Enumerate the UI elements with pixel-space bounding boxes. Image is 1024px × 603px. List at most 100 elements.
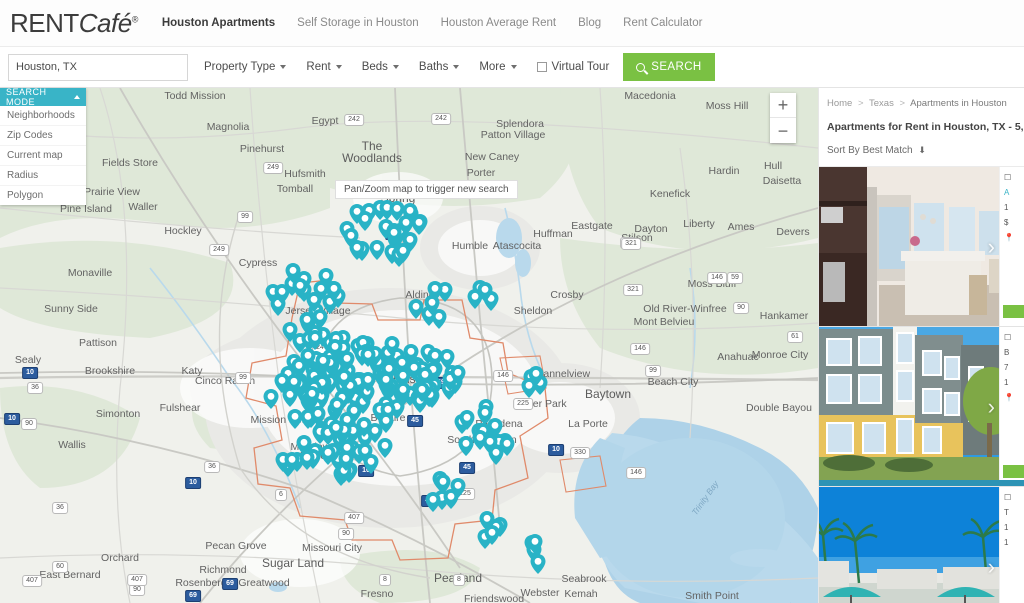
map-property-marker[interactable]	[360, 372, 376, 393]
map-property-marker[interactable]	[343, 228, 359, 249]
map-route-shield: 321	[623, 284, 643, 296]
breadcrumb-item-texas[interactable]: Texas	[869, 98, 894, 109]
map-property-marker[interactable]	[528, 366, 544, 387]
map-route-shield: 90	[733, 302, 749, 314]
breadcrumb-item-home[interactable]: Home	[827, 98, 852, 109]
map-property-marker[interactable]	[299, 449, 315, 470]
map-property-marker[interactable]	[459, 409, 475, 430]
map-property-marker[interactable]	[458, 435, 474, 456]
filter-baths[interactable]: Baths	[419, 61, 460, 73]
map-property-marker[interactable]	[292, 277, 308, 298]
map-route-shield: 8	[453, 574, 465, 586]
map-property-marker[interactable]	[450, 478, 466, 499]
map-property-marker[interactable]	[329, 396, 345, 417]
listing-photo[interactable]: ›	[819, 487, 1024, 603]
chevron-right-icon[interactable]: ›	[988, 394, 995, 420]
map-property-marker[interactable]	[398, 215, 414, 236]
map-property-marker[interactable]	[408, 299, 424, 320]
search-mode-header[interactable]: SEARCH MODE	[0, 87, 86, 107]
nav-link-average-rent[interactable]: Houston Average Rent	[441, 17, 557, 29]
filter-beds[interactable]: Beds	[362, 61, 399, 73]
map-property-marker[interactable]	[367, 423, 383, 444]
map-property-marker[interactable]	[482, 434, 498, 455]
map-property-marker[interactable]	[425, 492, 441, 512]
map-property-marker[interactable]	[477, 281, 493, 302]
filter-rent[interactable]: Rent	[306, 61, 342, 73]
map-property-marker[interactable]	[363, 454, 379, 475]
map-route-shield: 407	[22, 575, 42, 587]
map-route-shield: 36	[27, 382, 43, 394]
chevron-right-icon[interactable]: ›	[988, 234, 995, 260]
search-mode-item-current-map[interactable]: Current map	[0, 146, 86, 166]
listing-card[interactable]: › ☐ T 1 1	[819, 487, 1024, 603]
map-property-marker[interactable]	[300, 347, 316, 368]
virtual-tour-label: Virtual Tour	[551, 61, 610, 73]
map-zoom-controls[interactable]: + −	[770, 93, 796, 143]
search-button[interactable]: SEARCH	[623, 53, 715, 81]
map-property-marker[interactable]	[336, 368, 352, 389]
map-property-marker[interactable]	[313, 281, 329, 302]
filter-property-type[interactable]: Property Type	[204, 61, 287, 73]
map-property-marker[interactable]	[315, 352, 331, 373]
nav-link-self-storage[interactable]: Self Storage in Houston	[297, 17, 418, 29]
map-property-marker[interactable]	[263, 388, 279, 409]
map-route-shield: 225	[513, 398, 533, 410]
map-property-marker[interactable]	[360, 347, 376, 368]
filter-more[interactable]: More	[479, 61, 517, 73]
zoom-out-button[interactable]: −	[770, 118, 796, 143]
map-property-marker[interactable]	[395, 381, 411, 402]
listing-info-line: T	[1004, 508, 1009, 517]
nav-link-houston-apartments[interactable]: Houston Apartments	[162, 17, 275, 29]
listing-card[interactable]: › ☐ A 1 $ 📍	[819, 167, 1024, 327]
checkbox-icon[interactable]	[536, 62, 547, 72]
filter-rent-label: Rent	[306, 61, 331, 73]
logo-rent-text: RENT	[10, 7, 79, 38]
map-property-marker[interactable]	[378, 371, 394, 392]
virtual-tour-checkbox[interactable]: Virtual Tour	[536, 61, 610, 73]
search-input[interactable]	[9, 54, 187, 80]
map-property-marker[interactable]	[530, 554, 546, 575]
map-property-marker[interactable]	[284, 451, 300, 472]
map-property-marker[interactable]	[384, 335, 400, 356]
map-property-marker[interactable]	[307, 329, 323, 350]
search-mode-item-neighborhoods[interactable]: Neighborhoods	[0, 106, 86, 126]
listing-badge[interactable]	[1003, 465, 1024, 478]
rentcafe-logo[interactable]: RENTCafé®	[10, 8, 138, 39]
map-property-marker[interactable]	[286, 373, 302, 394]
listing-photo[interactable]: ›	[819, 167, 1024, 326]
search-mode-item-radius[interactable]: Radius	[0, 166, 86, 186]
zoom-in-button[interactable]: +	[770, 93, 796, 118]
map-property-marker[interactable]	[274, 284, 290, 305]
map-property-marker[interactable]	[414, 381, 430, 402]
nav-link-rent-calculator[interactable]: Rent Calculator	[623, 17, 702, 29]
map-property-marker[interactable]	[338, 451, 354, 472]
arrow-down-icon: ⬇	[918, 145, 926, 155]
map-property-marker[interactable]	[287, 409, 303, 430]
map-property-marker[interactable]	[424, 295, 440, 316]
sort-control[interactable]: Sort By Best Match ⬇	[819, 133, 1024, 167]
location-search-field[interactable]	[8, 53, 188, 81]
listing-card[interactable]: › ☐ B 7 1 📍	[819, 327, 1024, 487]
map-property-marker[interactable]	[357, 210, 373, 231]
chevron-up-icon[interactable]	[74, 95, 80, 99]
sort-label: Sort By Best Match	[827, 145, 913, 156]
search-mode-panel[interactable]: SEARCH MODE Neighborhoods Zip Codes Curr…	[0, 87, 86, 205]
listing-photo[interactable]: ›	[819, 327, 1024, 486]
chevron-right-icon[interactable]: ›	[988, 554, 995, 580]
map-property-marker[interactable]	[450, 365, 466, 386]
map-property-marker[interactable]	[320, 444, 336, 465]
map-container[interactable]: Todd Mission Macedonia Moss Hill Magnolia Eg…	[0, 88, 818, 603]
map-property-marker[interactable]	[369, 240, 385, 261]
site-header: RENTCafé® Houston Apartments Self Storag…	[0, 0, 1024, 47]
map-property-marker[interactable]	[310, 406, 326, 427]
map-property-marker[interactable]	[395, 242, 411, 263]
map-property-marker[interactable]	[484, 524, 500, 545]
search-mode-item-zip-codes[interactable]: Zip Codes	[0, 126, 86, 146]
map-property-marker[interactable]	[527, 533, 543, 554]
search-mode-item-polygon[interactable]: Polygon	[0, 186, 86, 205]
map-property-marker[interactable]	[282, 322, 298, 343]
map-property-marker[interactable]	[499, 435, 515, 456]
listing-badge[interactable]	[1003, 305, 1024, 318]
map-property-marker[interactable]	[328, 419, 344, 440]
nav-link-blog[interactable]: Blog	[578, 17, 601, 29]
